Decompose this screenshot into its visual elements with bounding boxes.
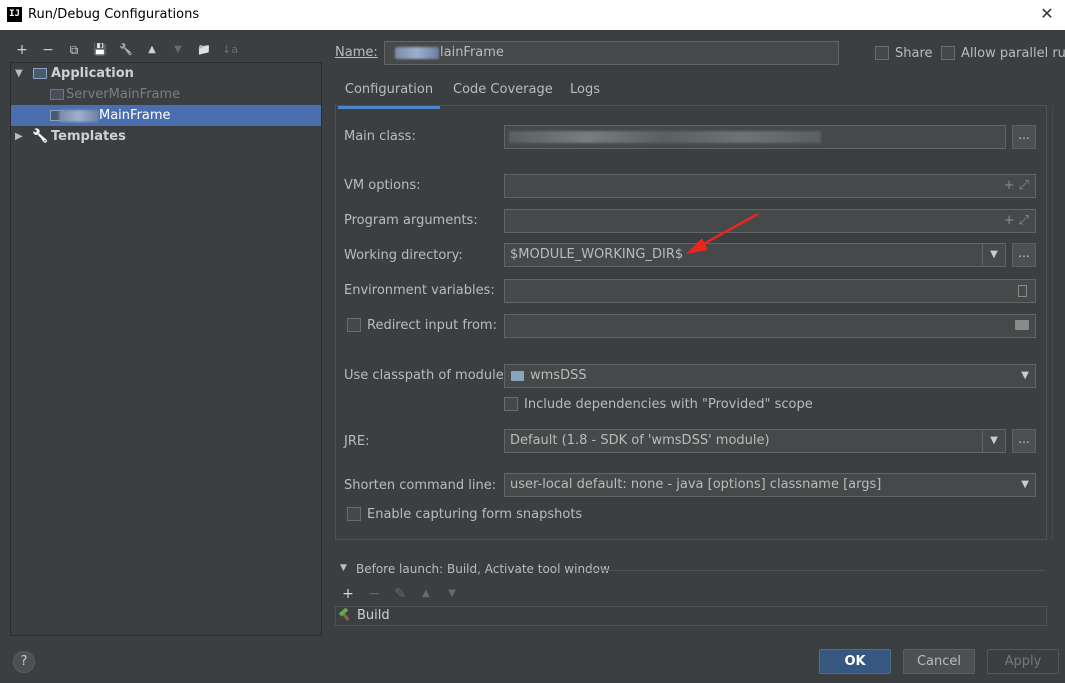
working-directory-value: $MODULE_WORKING_DIR$ [510, 247, 684, 262]
snapshots-label: Enable capturing form snapshots [367, 507, 583, 522]
shorten-command-line-combo[interactable]: user-local default: none - java [options… [504, 473, 1036, 497]
expanded-arrow-icon[interactable]: ▼ [15, 63, 23, 84]
main-class-label: Main class: [344, 129, 416, 144]
jre-combo[interactable]: Default (1.8 - SDK of 'wmsDSS' module) ▼ [504, 429, 1006, 453]
move-task-up-icon[interactable]: ▲ [416, 584, 436, 604]
tree-item-main-frame[interactable]: MainFrame [11, 105, 321, 126]
apply-button[interactable]: Apply [987, 649, 1059, 674]
name-label: Name: [335, 45, 378, 60]
ok-button[interactable]: OK [819, 649, 891, 674]
vm-options-input[interactable]: + ⤢ [504, 174, 1036, 198]
tree-label-templates: Templates [51, 129, 126, 144]
move-task-down-icon[interactable]: ▼ [442, 584, 462, 604]
redacted-name [395, 47, 439, 59]
document-icon[interactable] [1018, 285, 1027, 297]
redirect-input-label: Redirect input from: [367, 318, 497, 333]
name-label-text: Name: [335, 45, 378, 60]
move-down-icon[interactable]: ▼ [168, 40, 188, 60]
before-launch-task-list [335, 606, 1047, 626]
environment-variables-label: Environment variables: [344, 283, 495, 298]
add-task-icon[interactable]: + [338, 584, 358, 604]
hammer-icon [338, 607, 351, 621]
configuration-tree: ▼ Application ServerMainFrame MainFrame … [10, 62, 322, 636]
main-class-input[interactable] [504, 125, 1006, 149]
allow-parallel-checkbox[interactable] [941, 46, 955, 60]
application-icon [50, 89, 64, 100]
close-window-button[interactable]: ✕ [1035, 2, 1059, 26]
share-label: Share [895, 46, 933, 61]
save-icon[interactable]: 💾 [90, 40, 110, 60]
wrench-icon[interactable]: 🔧 [116, 40, 136, 60]
before-launch-collapse-icon[interactable]: ▼ [340, 563, 347, 573]
shorten-command-line-label: Shorten command line: [344, 478, 497, 493]
program-arguments-input[interactable]: + ⤢ [504, 209, 1036, 233]
expand-icon[interactable]: + ⤢ [1004, 175, 1029, 197]
tree-group-templates[interactable]: ▶ 🔧 Templates [11, 126, 321, 147]
tree-label-application: Application [51, 66, 134, 81]
wrench-icon: 🔧 [32, 129, 49, 144]
tree-label-selected: MainFrame [99, 108, 171, 123]
remove-task-icon[interactable]: − [364, 584, 384, 604]
dropdown-arrow-icon[interactable]: ▼ [1021, 474, 1029, 496]
move-up-icon[interactable]: ▲ [142, 40, 162, 60]
environment-variables-input[interactable] [504, 279, 1036, 303]
before-launch-task-build[interactable]: Build [357, 608, 390, 623]
edit-task-icon[interactable]: ✎ [390, 584, 410, 604]
classpath-module-label: Use classpath of module: [344, 368, 509, 383]
before-launch-title: Before launch: Build, Activate tool wind… [356, 562, 610, 576]
tab-logs[interactable]: Logs [570, 80, 600, 106]
redirect-input-checkbox[interactable] [347, 318, 361, 332]
share-checkbox[interactable] [875, 46, 889, 60]
remove-icon[interactable]: − [38, 40, 58, 60]
jre-label: JRE: [344, 434, 370, 449]
classpath-module-combo[interactable]: wmsDSS ▼ [504, 364, 1036, 388]
sort-icon[interactable]: ↓a [220, 40, 240, 60]
redacted-class [509, 131, 821, 143]
title-bar: IJ Run/Debug Configurations ✕ [0, 0, 1065, 30]
working-directory-browse-button[interactable]: ... [1012, 243, 1036, 267]
module-folder-icon [511, 371, 524, 381]
shorten-command-line-value: user-local default: none - java [options… [510, 477, 882, 492]
include-dependencies-label: Include dependencies with "Provided" sco… [524, 397, 813, 412]
tab-code-coverage[interactable]: Code Coverage [453, 80, 553, 106]
folder-icon[interactable]: 📁 [194, 40, 214, 60]
name-input-value: lainFrame [440, 45, 504, 60]
application-icon [33, 68, 47, 79]
jre-value: Default (1.8 - SDK of 'wmsDSS' module) [510, 433, 770, 448]
dropdown-arrow-icon[interactable]: ▼ [982, 244, 1005, 266]
vertical-scrollbar[interactable] [1052, 106, 1061, 540]
annotation-arrow-icon [686, 212, 759, 254]
vm-options-label: VM options: [344, 178, 421, 193]
dropdown-arrow-icon[interactable]: ▼ [982, 430, 1005, 452]
allow-parallel-label: Allow parallel run [961, 46, 1065, 61]
working-directory-label: Working directory: [344, 248, 463, 263]
program-arguments-label: Program arguments: [344, 213, 478, 228]
collapsed-arrow-icon[interactable]: ▶ [15, 126, 23, 147]
name-input[interactable]: lainFrame [384, 41, 839, 65]
include-dependencies-checkbox[interactable] [504, 397, 518, 411]
help-button[interactable]: ? [13, 651, 35, 673]
copy-icon[interactable]: ⧉ [64, 40, 84, 60]
add-icon[interactable]: + [12, 40, 32, 60]
tree-group-application[interactable]: ▼ Application [11, 63, 321, 84]
window-title: Run/Debug Configurations [28, 7, 200, 22]
jre-browse-button[interactable]: ... [1012, 429, 1036, 453]
folder-icon[interactable] [1015, 320, 1029, 330]
redacted-name [59, 110, 99, 122]
classpath-module-value: wmsDSS [530, 368, 587, 383]
before-launch-divider [590, 570, 1045, 571]
intellij-logo-icon: IJ [7, 7, 22, 22]
expand-icon[interactable]: + ⤢ [1004, 210, 1029, 232]
main-class-browse-button[interactable]: ... [1012, 125, 1036, 149]
cancel-button[interactable]: Cancel [903, 649, 975, 674]
tree-label-server: ServerMainFrame [66, 87, 181, 102]
tree-item-server-main-frame[interactable]: ServerMainFrame [11, 84, 321, 105]
snapshots-checkbox[interactable] [347, 507, 361, 521]
redirect-input-field[interactable] [504, 314, 1036, 338]
dropdown-arrow-icon[interactable]: ▼ [1021, 365, 1029, 387]
